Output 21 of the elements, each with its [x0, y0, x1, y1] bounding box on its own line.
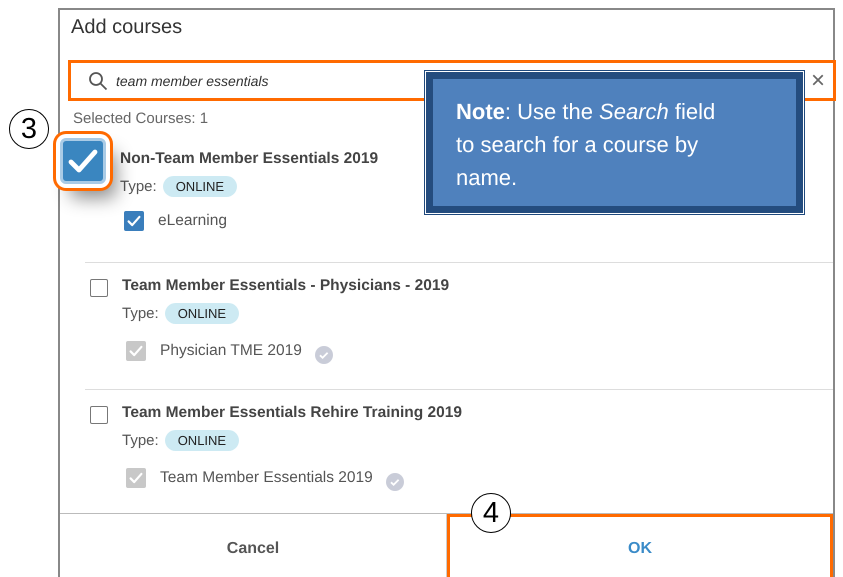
type-label: Type: — [120, 178, 157, 195]
module-checkbox[interactable] — [124, 211, 144, 231]
course-checkbox[interactable] — [90, 406, 108, 424]
note-callout: Note: Use the Search field to search for a course by name. — [426, 72, 803, 213]
type-badge: ONLINE — [164, 430, 240, 451]
course-title: Team Member Essentials Rehire Training 2019 — [122, 403, 462, 423]
clear-button[interactable]: × — [810, 68, 825, 92]
type-label: Type: — [122, 432, 159, 449]
selected-count: Selected Courses: 1 — [73, 110, 208, 128]
module-label: eLearning — [158, 212, 227, 230]
course-title: Non-Team Member Essentials 2019 — [120, 149, 378, 169]
type-badge: ONLINE — [162, 176, 238, 197]
module-label: Physician TME 2019 — [160, 342, 302, 360]
course-checkbox[interactable] — [90, 279, 108, 297]
search-icon — [88, 70, 108, 90]
type-label: Type: — [122, 305, 159, 322]
type-badge: ONLINE — [164, 303, 240, 324]
course-title: Team Member Essentials - Physicians - 2019 — [122, 276, 450, 296]
dialog-title: Add courses — [71, 15, 184, 40]
step-number: 3 — [9, 109, 49, 149]
module-label: Team Member Essentials 2019 — [160, 469, 373, 487]
